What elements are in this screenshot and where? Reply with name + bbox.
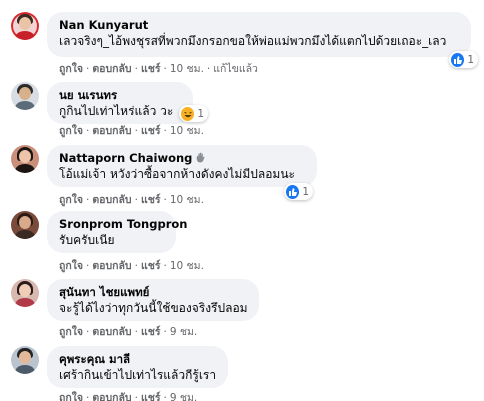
reaction-count[interactable]: 1 — [179, 105, 208, 122]
comment-actions: ถูกใจ · ตอบกลับ · แชร์ · 9 ชม. — [59, 391, 197, 401]
comment-author[interactable]: นย นเรนทร — [59, 88, 181, 103]
comment-bubble: Nan Kunyarut เลวจริงๆ_ไอ้พงชุรสที่พวกมึง… — [47, 12, 471, 57]
reply-button[interactable]: ตอบกลับ — [92, 260, 131, 272]
reaction-count-value: 1 — [467, 53, 474, 66]
comment-timestamp[interactable]: 10 ชม. — [170, 260, 204, 272]
separator: · — [134, 392, 138, 401]
comment-actions: ถูกใจ · ตอบกลับ · แชร์ · 9 ชม. — [59, 325, 197, 339]
comment-actions: ถูกใจ · ตอบกลับ · แชร์ · 10 ชม. · แก้ไขแล้ว — [59, 62, 258, 76]
separator: · — [163, 125, 167, 137]
separator: · — [134, 63, 138, 75]
comment-timestamp[interactable]: 9 ชม. — [170, 392, 197, 401]
reply-button[interactable]: ตอบกลับ — [92, 392, 131, 401]
comment-author[interactable]: คุพระคุณ มาลี — [59, 352, 216, 367]
reaction-count-value: 1 — [197, 107, 204, 120]
reply-button[interactable]: ตอบกลับ — [92, 125, 131, 137]
avatar[interactable] — [11, 145, 39, 173]
comment-text: เศร้ากินเข้าไปเท่าไรแล้วกีรู้เรา — [59, 368, 217, 382]
separator: · — [206, 63, 211, 75]
share-button[interactable]: แชร์ — [141, 194, 161, 206]
avatar[interactable] — [11, 346, 39, 374]
separator: · — [163, 194, 167, 206]
separator: · — [86, 125, 90, 137]
haha-icon — [181, 106, 195, 121]
comment-author[interactable]: Sronprom Tongpron — [59, 217, 187, 232]
comment-timestamp[interactable]: 10 ชม. — [170, 125, 204, 137]
share-button[interactable]: แชร์ — [141, 326, 161, 338]
separator: · — [134, 326, 138, 338]
like-button[interactable]: ถูกใจ — [59, 125, 83, 137]
like-button[interactable]: ถูกใจ — [59, 260, 83, 272]
comment-author[interactable]: Nattaporn Chaiwong — [59, 151, 305, 166]
comment-text: เลวจริงๆ_ไอ้พงชุรสที่พวกมึงกรอกขอให้พ่อแ… — [59, 34, 447, 48]
like-button[interactable]: ถูกใจ — [59, 194, 83, 206]
comment-author[interactable]: Nan Kunyarut — [59, 18, 459, 33]
separator: · — [86, 63, 90, 75]
like-icon — [451, 52, 465, 67]
comment-actions: ถูกใจ · ตอบกลับ · แชร์ · 10 ชม. — [59, 124, 204, 138]
comment-text: รับครับเนีย — [59, 233, 115, 247]
share-button[interactable]: แชร์ — [141, 392, 161, 401]
comment-text: โอ้แม่เจ้า หวังว่าซื้อจากห้างดังคงไม่มีป… — [59, 167, 295, 181]
share-button[interactable]: แชร์ — [141, 260, 161, 272]
like-button[interactable]: ถูกใจ — [59, 63, 83, 75]
comment-text: กูกินไปเท่าไหร่แล้ว วะ — [59, 104, 174, 118]
comment-bubble: สุนันทา ไชยแพทย์ จะรู้ได้ไงว่าทุกวันนี้ใ… — [47, 279, 259, 321]
share-button[interactable]: แชร์ — [141, 63, 161, 75]
comment-timestamp[interactable]: 10 ชม. — [170, 63, 204, 75]
comment-actions: ถูกใจ · ตอบกลับ · แชร์ · 10 ชม. — [59, 193, 204, 207]
comment-bubble: Sronprom Tongpron รับครับเนีย — [47, 211, 187, 253]
comment-bubble: คุพระคุณ มาลี เศร้ากินเข้าไปเท่าไรแล้วกี… — [47, 346, 228, 388]
comment-text: จะรู้ได้ไงว่าทุกวันนี้ใช้ของจริงรึปลอม — [59, 301, 248, 315]
avatar[interactable] — [11, 211, 39, 239]
separator: · — [86, 392, 90, 401]
avatar[interactable] — [11, 12, 39, 40]
separator: · — [134, 125, 138, 137]
comment-list: Nan Kunyarut เลวจริงๆ_ไอ้พงชุรสที่พวกมึง… — [0, 0, 484, 401]
separator: · — [163, 326, 167, 338]
comment-timestamp[interactable]: 9 ชม. — [170, 326, 197, 338]
comment-author[interactable]: สุนันทา ไชยแพทย์ — [59, 285, 247, 300]
separator: · — [163, 392, 167, 401]
separator: · — [134, 260, 138, 272]
avatar[interactable] — [11, 82, 39, 110]
edited-label[interactable]: แก้ไขแล้ว — [213, 63, 258, 75]
comment-actions: ถูกใจ · ตอบกลับ · แชร์ · 10 ชม. — [59, 259, 204, 273]
avatar[interactable] — [11, 279, 39, 307]
separator: · — [86, 326, 90, 338]
like-icon — [286, 184, 300, 199]
like-button[interactable]: ถูกใจ — [59, 326, 83, 338]
comment-timestamp[interactable]: 10 ชม. — [170, 194, 204, 206]
reply-button[interactable]: ตอบกลับ — [92, 63, 131, 75]
share-button[interactable]: แชร์ — [141, 125, 161, 137]
separator: · — [134, 194, 138, 206]
like-button[interactable]: ถูกใจ — [59, 392, 83, 401]
reply-button[interactable]: ตอบกลับ — [92, 326, 131, 338]
reply-button[interactable]: ตอบกลับ — [92, 194, 131, 206]
reaction-count[interactable]: 1 — [284, 183, 313, 200]
hand-wave-icon — [195, 152, 206, 163]
separator: · — [86, 260, 90, 272]
separator: · — [86, 194, 90, 206]
separator: · — [163, 63, 167, 75]
comment-bubble: Nattaporn Chaiwong โอ้แม่เจ้า หวังว่าซื้… — [47, 145, 317, 187]
separator: · — [163, 260, 167, 272]
comment-bubble: นย นเรนทร กูกินไปเท่าไหร่แล้ว วะ — [47, 82, 193, 124]
reaction-count-value: 1 — [302, 185, 309, 198]
reaction-count[interactable]: 1 — [449, 51, 478, 68]
